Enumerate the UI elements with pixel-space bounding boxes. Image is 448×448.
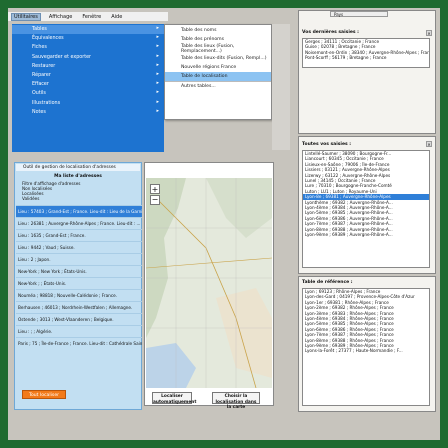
- menu-item-label: Outils: [32, 91, 46, 97]
- chevron-right-icon: ▸: [156, 107, 159, 114]
- chevron-right-icon: ▸: [156, 43, 159, 50]
- menu-item-label: Notes: [32, 109, 46, 115]
- menu-utilitaires[interactable]: Utilitaires: [11, 12, 41, 21]
- menu-item[interactable]: Outils ▸: [12, 89, 164, 98]
- map-view[interactable]: [146, 178, 272, 388]
- list-item[interactable]: Lyons-la-Forêt ; 27377 ; Haute-Normandie…: [303, 348, 429, 353]
- menu-fenetre[interactable]: Fenêtre: [80, 14, 103, 20]
- chevron-right-icon: ▸: [156, 80, 159, 87]
- all-entries-list[interactable]: Lintellé-Saumer ; 38090 ; Bourgogne-Fr..…: [302, 150, 430, 268]
- address-row[interactable]: Lieu : 57403 ; Grand-Est ; France. Lieu-…: [16, 205, 142, 217]
- menu-item-label: Sauvegarder et exporter: [32, 54, 91, 60]
- address-row[interactable]: Lieu : 9442 ; Vaud ; Suisse.: [16, 241, 142, 253]
- menu-item[interactable]: Tables ▸: [12, 25, 164, 35]
- menu-item-label: Réparer: [32, 73, 51, 79]
- address-list-heading: Ma liste d'adresses: [54, 174, 102, 179]
- chevron-right-icon: ▸: [156, 61, 159, 68]
- menu-item-label: Fiches: [32, 45, 47, 51]
- address-row[interactable]: New-York ; New York ; États-Unis.: [16, 265, 142, 277]
- country-field[interactable]: Pays: [330, 11, 388, 17]
- chevron-right-icon: ▸: [156, 34, 159, 41]
- address-row[interactable]: Lieu : 2 ; Japon.: [16, 253, 142, 265]
- submenu-item[interactable]: Nouvelle régions France: [165, 63, 271, 72]
- chevron-right-icon: ▸: [156, 70, 159, 77]
- reference-table-title: Table de référence :: [302, 280, 353, 285]
- background-area: [272, 24, 290, 150]
- submenu-item[interactable]: Autres tables...: [165, 81, 271, 91]
- address-row[interactable]: Lieu : 26381 ; Auvergne-Rhône-Alpes ; Fr…: [16, 217, 142, 229]
- recent-entries-panel: [298, 10, 436, 134]
- menu-item[interactable]: Effacer ▸: [12, 80, 164, 89]
- recent-entries-title: Vos dernières saisies :: [302, 30, 359, 35]
- address-panel-title: Outil de gestion de localisation d'adres…: [16, 164, 140, 171]
- menu-item-label: Effacer: [32, 82, 49, 88]
- utilitaires-dropdown: Tables ▸ Équivalences ▸ Fiches ▸ Sauvegarder e…: [12, 24, 164, 152]
- list-item[interactable]: Lyon-9ème ; 69389 ; Auvergne-Rhône-A...: [303, 232, 429, 237]
- list-item[interactable]: Pont-Scorff ; 56179 ; Bretagne ; France: [303, 55, 429, 60]
- close-icon[interactable]: ✕: [426, 141, 432, 147]
- menu-item[interactable]: Sauvegarder et exporter ▸: [12, 53, 164, 62]
- address-row[interactable]: New-York ; ; États-Unis.: [16, 277, 142, 289]
- chevron-right-icon: ▸: [156, 98, 159, 105]
- menu-item-label: Illustrations: [32, 100, 61, 106]
- address-row[interactable]: Lieu : ; ; Algérie.: [16, 325, 142, 337]
- tables-submenu: Table des noms Table des prénoms Table des…: [164, 24, 272, 120]
- chevron-right-icon: ▸: [156, 52, 159, 59]
- menu-item-label: Équivalences: [32, 36, 64, 42]
- address-list: Lieu : 57403 ; Grand-Est ; France. Lieu-…: [16, 205, 142, 349]
- map-terrain: [146, 178, 272, 388]
- all-entries-title: Toutes vos saisies :: [302, 142, 352, 147]
- submenu-item[interactable]: Table des noms: [165, 26, 271, 35]
- chevron-right-icon: ▸: [156, 25, 159, 31]
- zoom-out-button[interactable]: −: [150, 195, 160, 205]
- address-row[interactable]: Berhausen ; 46013 ; Nordrhein-Westfalen …: [16, 301, 142, 313]
- menu-item[interactable]: Équivalences ▸: [12, 34, 164, 43]
- menu-item[interactable]: Notes ▸: [12, 108, 164, 117]
- chevron-right-icon: ▸: [156, 89, 159, 96]
- filter-radio-group: Filtre d'affichage d'adresses Non localis…: [16, 181, 146, 201]
- locate-all-button[interactable]: Tout localiser: [22, 390, 66, 399]
- choose-location-button[interactable]: Choisir la localisation dans la carte: [212, 392, 260, 410]
- menu-aide[interactable]: Aide: [109, 14, 124, 20]
- menu-affichage[interactable]: Affichage: [47, 14, 75, 20]
- submenu-item[interactable]: Table des lieux (Fusion, Remplacement...…: [165, 44, 271, 54]
- menu-item[interactable]: Illustrations ▸: [12, 99, 164, 108]
- submenu-item[interactable]: Table de localisation: [165, 71, 271, 82]
- filter-radio[interactable]: Validées: [16, 196, 146, 201]
- menu-item[interactable]: Fiches ▸: [12, 43, 164, 52]
- close-icon[interactable]: ✕: [426, 30, 432, 36]
- menu-item[interactable]: Restaurer ▸: [12, 62, 164, 71]
- zoom-in-button[interactable]: +: [150, 184, 160, 194]
- address-row[interactable]: Nouméa ; 98818 ; Nouvelle-Calédonie ; Fr…: [16, 289, 142, 301]
- menu-item-label: Tables: [32, 27, 47, 33]
- recent-entries-list[interactable]: Gerges ; 34111 ; Occitanie ; France Guise…: [302, 38, 430, 68]
- menu-item-label: Restaurer: [32, 63, 56, 69]
- address-row[interactable]: Paris ; 75 ; Île-de-France ; France. Lie…: [16, 337, 142, 349]
- menu-bar: Utilitaires Affichage Fenêtre Aide: [8, 12, 168, 21]
- reference-table-list[interactable]: Lyon ; 69123 ; Rhône-Alpes ; France Lyon-…: [302, 288, 430, 406]
- address-row[interactable]: Ostende ; 3013 ; West-Vlaanderen ; Belgi…: [16, 313, 142, 325]
- locate-auto-button[interactable]: Localiser automatiquement: [152, 392, 196, 405]
- menu-item[interactable]: Réparer ▸: [12, 71, 164, 80]
- address-row[interactable]: Lieu : 1635 ; Grand-Est ; France.: [16, 229, 142, 241]
- submenu-item[interactable]: Table des lieux-dits (Fusion, Rempl...): [165, 54, 271, 63]
